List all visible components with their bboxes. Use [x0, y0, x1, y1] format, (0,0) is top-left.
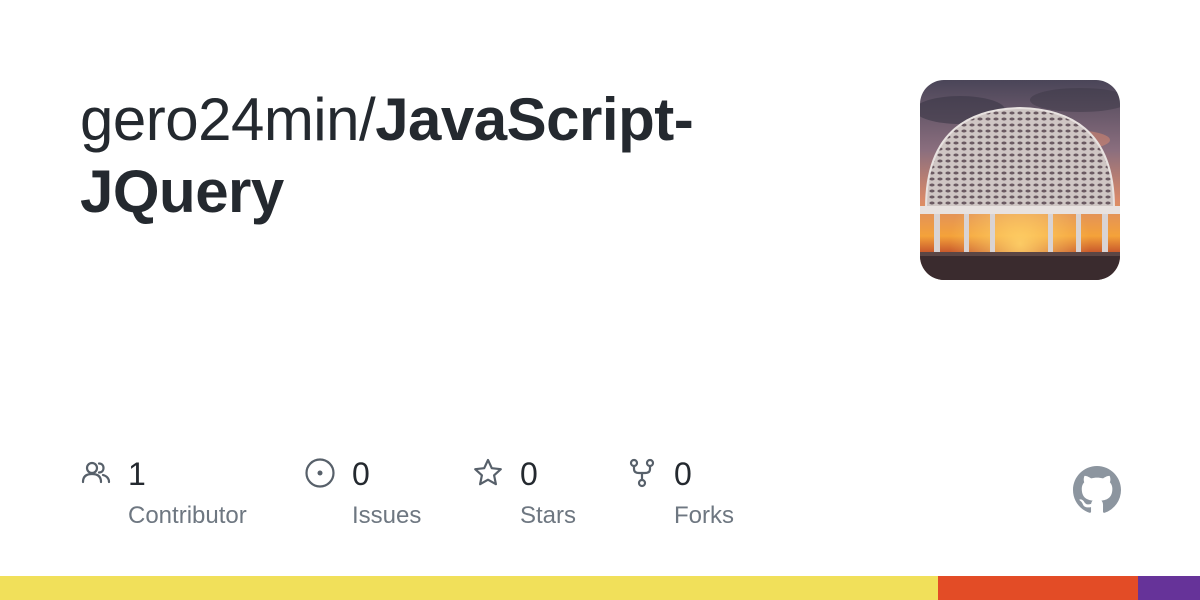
- stars-label: Stars: [520, 502, 577, 529]
- language-bar-segment: [1137, 576, 1200, 600]
- stars-count: 0: [520, 456, 538, 492]
- language-bar-segment: [938, 576, 1138, 600]
- github-icon[interactable]: [1073, 466, 1121, 514]
- issues-label: Issues: [352, 502, 422, 529]
- repo-owner: gero24min/: [80, 86, 376, 153]
- language-bar: [0, 576, 1200, 600]
- stat-issues[interactable]: 0 Issues: [304, 455, 464, 545]
- stat-forks[interactable]: 0 Forks: [626, 455, 776, 545]
- repo-social-card: gero24min/JavaScript-JQuery 1 Contributo…: [0, 0, 1200, 600]
- forks-label: Forks: [674, 502, 734, 529]
- contributor-label: Contributor: [128, 502, 247, 529]
- repo-title[interactable]: gero24min/JavaScript-JQuery: [80, 84, 780, 228]
- contributor-count: 1: [128, 456, 146, 492]
- issues-count: 0: [352, 456, 370, 492]
- issue-icon: [304, 457, 336, 489]
- people-icon: [80, 457, 112, 489]
- language-bar-segment: [0, 576, 939, 600]
- forks-count: 0: [674, 456, 692, 492]
- fork-icon: [626, 457, 658, 489]
- owner-avatar[interactable]: [920, 80, 1120, 280]
- star-icon: [472, 457, 504, 489]
- stat-stars[interactable]: 0 Stars: [472, 455, 612, 545]
- stat-contributors[interactable]: 1 Contributor: [80, 455, 280, 545]
